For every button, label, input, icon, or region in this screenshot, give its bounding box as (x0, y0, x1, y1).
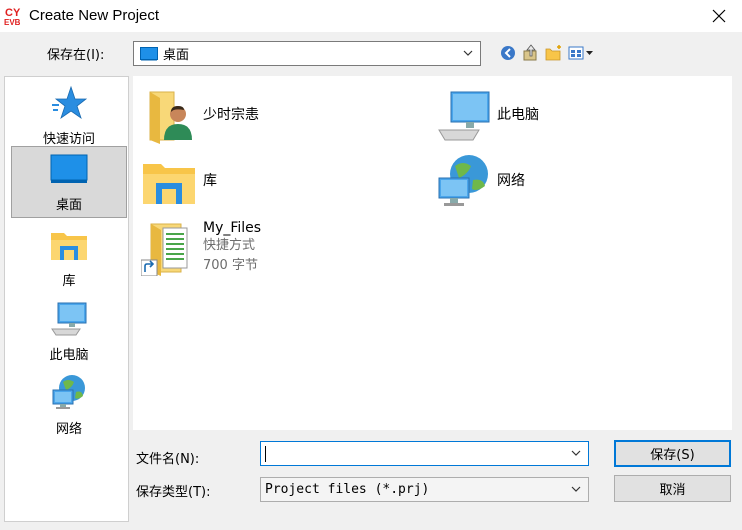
place-label: 快速访问 (42, 132, 95, 147)
cancel-button[interactable]: 取消 (614, 475, 731, 502)
place-label: 桌面 (55, 198, 82, 213)
save-button[interactable]: 保存(S) (614, 440, 731, 467)
new-folder-icon (545, 45, 561, 61)
file-size: 700 字节 (203, 258, 258, 273)
file-item-my-files[interactable]: My_Files 快捷方式 700 字节 (141, 220, 261, 276)
place-library[interactable]: 库 (11, 223, 127, 293)
library-folder-icon (51, 233, 87, 260)
file-item-user-folder[interactable]: 少时宗恚 (141, 88, 259, 144)
toolbar (499, 43, 596, 63)
place-label: 网络 (55, 422, 82, 437)
desktop-icon (50, 154, 88, 183)
chevron-down-icon[interactable] (570, 447, 582, 459)
computer-icon (438, 91, 490, 141)
file-list: 少时宗恚 此电脑 库 网络 My_Files 快捷方式 700 字节 (133, 76, 732, 430)
lookin-combo[interactable]: 桌面 (133, 41, 481, 66)
file-name: 网络 (497, 173, 525, 189)
view-menu-button[interactable] (568, 44, 596, 62)
text-caret (265, 446, 266, 462)
library-folder-icon (143, 164, 195, 204)
place-this-pc[interactable]: 此电脑 (11, 297, 127, 367)
chevron-down-icon (571, 486, 581, 492)
filename-label: 文件名(N): (136, 452, 200, 467)
filetype-label: 保存类型(T): (136, 485, 211, 500)
file-name: 少时宗恚 (203, 107, 259, 123)
chevron-down-icon (463, 50, 473, 56)
desktop-icon (140, 46, 158, 60)
lookin-label: 保存在(I): (47, 48, 105, 63)
user-folder-icon (149, 91, 192, 144)
place-quick-access[interactable]: 快速访问 (11, 81, 127, 151)
svg-text:EVB: EVB (4, 18, 21, 26)
file-type: 快捷方式 (203, 238, 256, 253)
network-icon (438, 155, 488, 206)
back-arrow-icon (501, 46, 515, 60)
close-button[interactable] (696, 0, 742, 32)
up-folder-button[interactable] (522, 44, 540, 62)
file-item-library[interactable]: 库 (141, 154, 217, 210)
back-button[interactable] (499, 44, 517, 62)
file-item-this-pc[interactable]: 此电脑 (435, 88, 539, 144)
network-icon (52, 375, 85, 409)
file-item-network[interactable]: 网络 (435, 154, 525, 210)
place-label: 此电脑 (49, 348, 89, 363)
filename-input[interactable] (260, 441, 589, 466)
places-bar: 快速访问 桌面 库 此电脑 网络 (4, 76, 129, 522)
new-folder-button[interactable] (545, 44, 563, 62)
filetype-select[interactable]: Project files (*.prj) (260, 477, 589, 502)
view-grid-icon (568, 46, 593, 60)
up-folder-icon (523, 44, 537, 61)
shortcut-folder-icon (141, 223, 188, 276)
file-name: 库 (203, 173, 217, 189)
place-desktop[interactable]: 桌面 (11, 146, 127, 218)
file-name: 此电脑 (497, 107, 539, 123)
computer-icon (51, 302, 87, 336)
close-icon (712, 9, 726, 23)
star-icon (52, 85, 87, 120)
filetype-value: Project files (*.prj) (265, 482, 430, 497)
lookin-value: 桌面 (163, 48, 190, 63)
file-name: My_Files (203, 220, 262, 236)
place-network[interactable]: 网络 (11, 371, 127, 441)
title-bar: CY EVB Create New Project (0, 0, 742, 32)
window-title: Create New Project (29, 7, 160, 24)
place-label: 库 (62, 274, 76, 289)
app-logo-icon: CY EVB (4, 7, 21, 26)
